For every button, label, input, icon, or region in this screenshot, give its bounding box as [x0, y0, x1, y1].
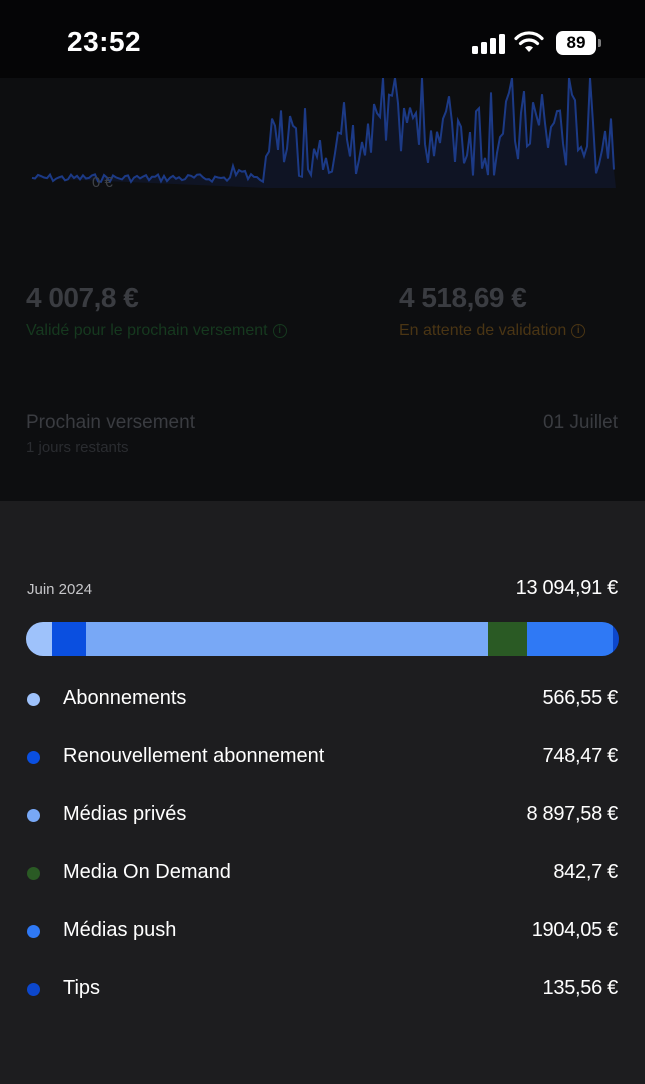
legend-value: 135,56 € [542, 977, 619, 999]
legend-dot [27, 693, 40, 706]
revenue-chart-svg [31, 78, 616, 188]
bar-segment [51, 622, 86, 656]
legend-row: Tips 135,56 € [0, 960, 645, 1018]
validated-label-row: Validé pour le prochain versement i [26, 322, 287, 340]
legend-label: Renouvellement abonnement [63, 745, 325, 767]
legend-value: 566,55 € [542, 687, 619, 709]
status-bar: 23:52 89 [0, 0, 645, 78]
legend-label: Media On Demand [63, 861, 231, 883]
revenue-stacked-bar [26, 622, 619, 656]
bar-segment [26, 622, 52, 656]
legend-row: Abonnements 566,55 € [0, 670, 645, 728]
bar-segment [488, 622, 527, 656]
legend-value: 842,7 € [553, 861, 618, 883]
revenue-chart [26, 78, 620, 198]
legend-row: Médias privés 8 897,58 € [0, 786, 645, 844]
payout-date: 01 Juillet [543, 412, 618, 433]
legend-label: Médias privés [63, 803, 187, 825]
battery-level: 89 [556, 31, 596, 55]
payout-subtitle: 1 jours restants [26, 439, 129, 456]
revenue-breakdown-sheet: Juin 2024 13 094,91 € Abonnements 566,55 … [0, 501, 645, 1084]
dashboard-background: 0 € 4 007,8 € Validé pour le prochain ve… [0, 78, 645, 501]
bar-segment [85, 622, 489, 656]
chart-zero-label: 0 € [92, 174, 113, 191]
legend-label: Abonnements [63, 687, 187, 709]
wifi-icon [514, 30, 544, 54]
bar-segment [526, 622, 613, 656]
pending-label-row: En attente de validation i [399, 322, 586, 340]
battery-icon: 89 [556, 31, 602, 55]
pending-block: 4 518,69 € En attente de validation i [399, 282, 586, 340]
legend-row: Renouvellement abonnement 748,47 € [0, 728, 645, 786]
legend-dot [27, 751, 40, 764]
info-icon[interactable]: i [272, 324, 287, 338]
legend-value: 8 897,58 € [526, 803, 618, 825]
bar-segment [612, 622, 619, 656]
legend-label: Tips [63, 977, 101, 999]
legend-dot [27, 983, 40, 996]
legend-label: Médias push [63, 919, 177, 941]
revenue-legend: Abonnements 566,55 € Renouvellement abonne… [0, 670, 645, 1018]
payout-title: Prochain versement [26, 412, 195, 433]
month-total: 13 094,91 € [515, 577, 619, 599]
cellular-signal-icon [472, 34, 506, 54]
month-label: Juin 2024 [27, 581, 93, 598]
info-icon[interactable]: i [571, 324, 586, 338]
legend-row: Médias push 1904,05 € [0, 902, 645, 960]
legend-dot [27, 867, 40, 880]
chart-area [32, 78, 616, 188]
legend-value: 748,47 € [542, 745, 619, 767]
pending-amount: 4 518,69 € [399, 282, 527, 313]
legend-dot [27, 809, 40, 822]
validated-block: 4 007,8 € Validé pour le prochain versem… [26, 282, 287, 340]
status-time: 23:52 [67, 26, 142, 57]
legend-row: Media On Demand 842,7 € [0, 844, 645, 902]
pending-label: En attente de validation [399, 322, 567, 339]
validated-label: Validé pour le prochain versement [26, 322, 268, 339]
legend-value: 1904,05 € [531, 919, 619, 941]
legend-dot [27, 925, 40, 938]
validated-amount: 4 007,8 € [26, 282, 139, 313]
